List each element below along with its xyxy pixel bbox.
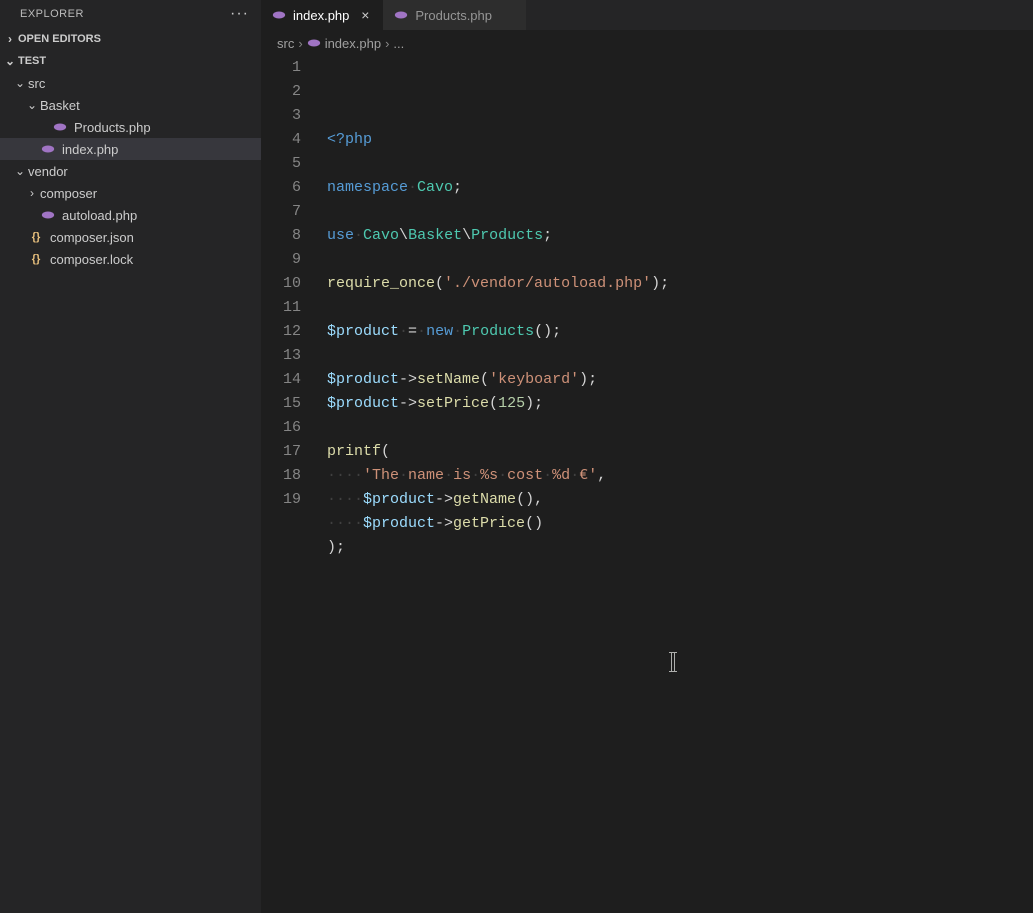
explorer-panel: EXPLORER ··· › OPEN EDITORS ⌄ TEST ⌄src⌄… [0,0,261,913]
code-line[interactable] [327,200,1033,224]
line-number: 9 [261,248,301,272]
php-file-icon [40,207,56,223]
php-file-icon [307,36,321,50]
tab-bar: index.php × Products.php [261,0,1033,30]
json-file-icon: {} [28,229,44,245]
tree-file[interactable]: index.php [0,138,261,160]
editor[interactable]: 12345678910111213141516171819 <?phpnames… [261,56,1033,913]
line-number: 16 [261,416,301,440]
line-number: 11 [261,296,301,320]
line-number: 19 [261,488,301,512]
code-line[interactable]: $product->setPrice(125); [327,392,1033,416]
php-file-icon [52,119,68,135]
explorer-header: EXPLORER ··· [0,0,261,28]
breadcrumbs[interactable]: src › index.php ›... [261,30,1033,56]
editor-group: index.php × Products.php src › index.php ›...… [261,0,1033,913]
code-line[interactable]: <?php [327,128,1033,152]
tree-file[interactable]: {} composer.lock [0,248,261,270]
code-line[interactable] [327,296,1033,320]
breadcrumb-label: ... [393,36,404,51]
tree-item-label: index.php [62,142,261,157]
line-number: 14 [261,368,301,392]
php-file-icon [271,7,287,23]
line-number: 2 [261,80,301,104]
code-line[interactable]: ····$product->getPrice() [327,512,1033,536]
tree-folder[interactable]: ⌄vendor [0,160,261,182]
tree-folder[interactable]: ⌄Basket [0,94,261,116]
line-number: 17 [261,440,301,464]
text-cursor [671,653,675,671]
code-line[interactable]: require_once('./vendor/autoload.php'); [327,272,1033,296]
line-number: 15 [261,392,301,416]
code-line[interactable] [327,344,1033,368]
line-number-gutter: 12345678910111213141516171819 [261,56,321,913]
code-line[interactable]: $product->setName('keyboard'); [327,368,1033,392]
tree-item-label: composer.json [50,230,261,245]
chevron-right-icon: › [2,32,18,46]
code-line[interactable] [327,152,1033,176]
tree-file[interactable]: autoload.php [0,204,261,226]
php-file-icon [393,7,409,23]
chevron-right-icon: › [298,36,302,51]
tree-item-label: vendor [28,164,261,179]
line-number: 5 [261,152,301,176]
breadcrumb-item[interactable]: src [277,36,294,51]
file-tree: ⌄src⌄BasketProducts.phpindex.php⌄vendor›… [0,72,261,270]
chevron-down-icon: ⌄ [24,98,40,112]
breadcrumb-label: index.php [325,36,381,51]
breadcrumb-item[interactable]: index.php [307,36,381,51]
line-number: 4 [261,128,301,152]
chevron-down-icon: ⌄ [12,76,28,90]
line-number: 10 [261,272,301,296]
tree-folder[interactable]: ⌄src [0,72,261,94]
line-number: 12 [261,320,301,344]
more-actions-icon[interactable]: ··· [230,5,249,23]
breadcrumb-item[interactable]: ... [393,36,404,51]
workspace-section[interactable]: ⌄ TEST [0,50,261,72]
line-number: 18 [261,464,301,488]
line-number: 13 [261,344,301,368]
explorer-title: EXPLORER [20,8,84,20]
chevron-down-icon: ⌄ [12,164,28,178]
editor-tab[interactable]: index.php × [261,0,383,30]
code-line[interactable] [327,248,1033,272]
line-number: 7 [261,200,301,224]
code-line[interactable]: ····$product->getName(), [327,488,1033,512]
code-line[interactable]: $product·=·new·Products(); [327,320,1033,344]
workspace-label: TEST [18,55,46,67]
tree-folder[interactable]: ›composer [0,182,261,204]
tree-file[interactable]: {} composer.json [0,226,261,248]
line-number: 3 [261,104,301,128]
open-editors-section[interactable]: › OPEN EDITORS [0,28,261,50]
chevron-right-icon: › [24,186,40,200]
editor-tab[interactable]: Products.php [383,0,526,30]
tab-label: index.php [293,8,349,23]
chevron-down-icon: ⌄ [2,54,18,68]
breadcrumb-label: src [277,36,294,51]
code-line[interactable]: use·Cavo\Basket\Products; [327,224,1033,248]
tree-item-label: autoload.php [62,208,261,223]
json-file-icon: {} [28,251,44,267]
tree-file[interactable]: Products.php [0,116,261,138]
chevron-right-icon: › [385,36,389,51]
code-line[interactable]: namespace·Cavo; [327,176,1033,200]
code-line[interactable]: ); [327,536,1033,560]
code-line[interactable] [327,560,1033,584]
php-file-icon [40,141,56,157]
tab-label: Products.php [415,8,492,23]
code-line[interactable] [327,416,1033,440]
tree-item-label: composer.lock [50,252,261,267]
tree-item-label: Products.php [74,120,261,135]
tree-item-label: composer [40,186,261,201]
line-number: 8 [261,224,301,248]
close-tab-icon[interactable]: × [357,7,373,23]
tree-item-label: src [28,76,261,91]
open-editors-label: OPEN EDITORS [18,33,101,45]
code-line[interactable]: printf( [327,440,1033,464]
line-number: 1 [261,56,301,80]
tree-item-label: Basket [40,98,261,113]
code-line[interactable]: ····'The·name·is·%s·cost·%d·€', [327,464,1033,488]
line-number: 6 [261,176,301,200]
code-area[interactable]: <?php namespace·Cavo; use·Cavo\Basket\Prod… [321,56,1033,913]
